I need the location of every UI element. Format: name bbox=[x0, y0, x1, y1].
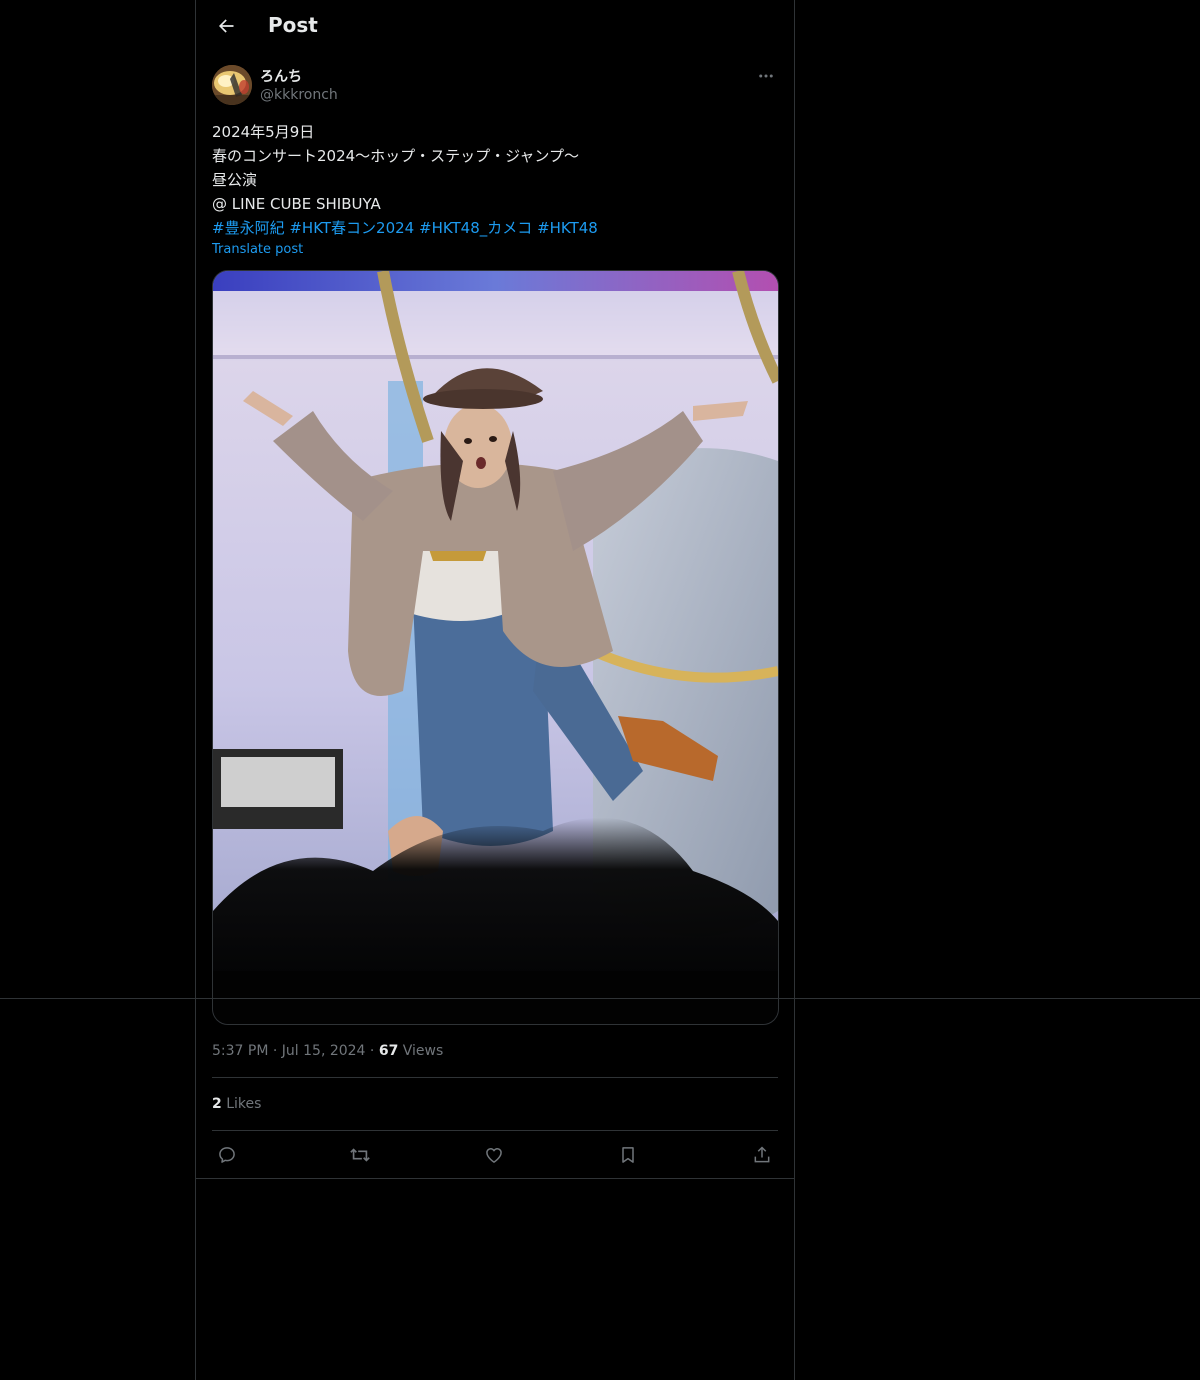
post-text-line: 昼公演 bbox=[212, 171, 258, 189]
more-horizontal-icon bbox=[759, 74, 773, 78]
meta-separator: · bbox=[272, 1043, 278, 1059]
more-options-button[interactable] bbox=[754, 64, 778, 88]
bookmark-icon bbox=[622, 1147, 634, 1163]
share-icon bbox=[754, 1146, 770, 1163]
repost-icon bbox=[350, 1148, 370, 1162]
back-button[interactable] bbox=[208, 8, 244, 44]
divider bbox=[212, 1130, 778, 1131]
bookmark-button[interactable] bbox=[615, 1142, 641, 1168]
share-button[interactable] bbox=[749, 1142, 775, 1168]
divider bbox=[0, 998, 1200, 999]
arrow-left-icon bbox=[219, 19, 234, 33]
post-meta: 5:37 PM · Jul 15, 2024 · 67 Views bbox=[212, 1043, 443, 1059]
post-photo[interactable] bbox=[212, 270, 779, 1025]
post-date[interactable]: Jul 15, 2024 bbox=[282, 1043, 366, 1059]
like-button[interactable] bbox=[481, 1142, 507, 1168]
hashtag-link[interactable]: #豊永阿紀 bbox=[212, 219, 285, 237]
post-column: Post ろんち @kkkronch 2024年5月9日 春のコンサート2024… bbox=[195, 0, 795, 1380]
user-handle[interactable]: @kkkronch bbox=[260, 87, 338, 103]
views-label: Views bbox=[402, 1043, 444, 1059]
page-title: Post bbox=[268, 13, 318, 37]
post-text-line: 2024年5月9日 bbox=[212, 123, 315, 141]
divider bbox=[212, 1077, 778, 1078]
hashtag-link[interactable]: #HKT春コン2024 bbox=[289, 219, 414, 237]
post-text-line: @ LINE CUBE SHIBUYA bbox=[212, 195, 381, 213]
reply-icon bbox=[219, 1147, 235, 1163]
views-count: 67 bbox=[378, 1043, 399, 1059]
avatar[interactable] bbox=[212, 65, 252, 105]
like-icon bbox=[486, 1148, 502, 1163]
post-header: Post bbox=[196, 0, 794, 53]
reply-button[interactable] bbox=[214, 1142, 240, 1168]
hashtag-link[interactable]: #HKT48_カメコ bbox=[419, 219, 532, 237]
avatar-image bbox=[212, 65, 252, 105]
translate-post-link[interactable]: Translate post bbox=[212, 242, 303, 257]
hashtag-line: #豊永阿紀 #HKT春コン2024 #HKT48_カメコ #HKT48 bbox=[212, 216, 778, 240]
display-name[interactable]: ろんち bbox=[260, 66, 302, 86]
likes-link[interactable]: 2 Likes bbox=[212, 1096, 261, 1112]
post-text-line: 春のコンサート2024〜ホップ・ステップ・ジャンプ〜 bbox=[212, 147, 579, 165]
post-author: ろんち @kkkronch bbox=[212, 64, 778, 108]
hashtag-link[interactable]: #HKT48 bbox=[537, 219, 598, 237]
post-time[interactable]: 5:37 PM bbox=[212, 1043, 268, 1059]
concert-photo bbox=[213, 271, 778, 1024]
repost-button[interactable] bbox=[347, 1142, 373, 1168]
divider bbox=[196, 1178, 794, 1179]
action-bar bbox=[212, 1140, 778, 1170]
post-text: 2024年5月9日 春のコンサート2024〜ホップ・ステップ・ジャンプ〜 昼公演… bbox=[212, 120, 778, 240]
likes-label: Likes bbox=[226, 1096, 262, 1112]
likes-count: 2 bbox=[212, 1096, 222, 1112]
meta-separator: · bbox=[369, 1043, 375, 1059]
